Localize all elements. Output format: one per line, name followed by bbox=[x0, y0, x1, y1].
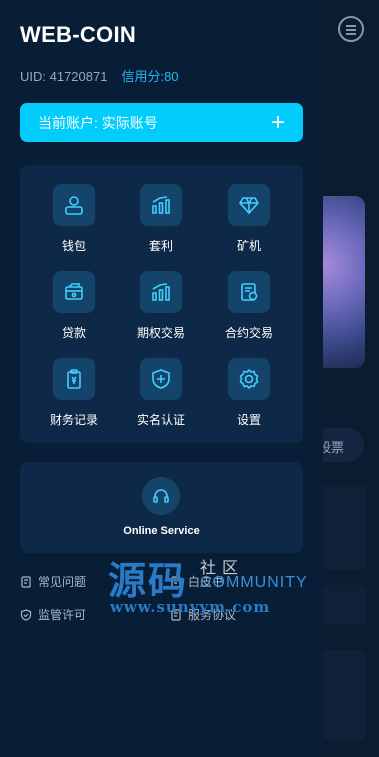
grid-label: 钱包 bbox=[61, 239, 86, 253]
menu-icon[interactable] bbox=[338, 16, 364, 42]
credit-score: 信用分:80 bbox=[121, 69, 179, 84]
app-title: WEB-COIN bbox=[20, 22, 137, 47]
footer-link-white-paper[interactable]: 白皮书 bbox=[170, 573, 224, 590]
settings-gear-icon bbox=[228, 358, 270, 400]
side-drawer: WEB-COIN UID: 41720871 信用分:80 当前账户: 实际账号 … bbox=[0, 0, 323, 757]
background-card bbox=[322, 585, 366, 625]
grid-label: 贷款 bbox=[61, 326, 86, 340]
uid-text: UID: 41720871 bbox=[20, 69, 108, 84]
grid-label: 实名认证 bbox=[136, 413, 185, 427]
grid-item-wallet[interactable]: 钱包 bbox=[29, 184, 119, 254]
footer-label: 常见问题 bbox=[38, 575, 87, 589]
shield-icon bbox=[20, 608, 32, 621]
online-service-button[interactable]: Online Service bbox=[20, 462, 303, 553]
document-icon bbox=[171, 608, 181, 621]
grid-label: 合约交易 bbox=[224, 326, 273, 340]
grid-label: 矿机 bbox=[236, 239, 261, 253]
grid-item-contract[interactable]: 合约交易 bbox=[204, 271, 294, 341]
grid-item-settings[interactable]: 设置 bbox=[204, 358, 294, 428]
loan-card-icon bbox=[53, 271, 95, 313]
user-info: UID: 41720871 信用分:80 bbox=[20, 66, 179, 85]
feature-grid: 钱包 套利 矿机 贷款 期权交易 合约交易 财务记录 实名认证 设置 bbox=[20, 165, 303, 443]
online-service-label: Online Service bbox=[123, 525, 200, 537]
account-switch-button[interactable]: 当前账户: 实际账号 + bbox=[20, 103, 303, 142]
footer-link-agreement[interactable]: 服务协议 bbox=[170, 606, 236, 623]
wallet-user-icon bbox=[53, 184, 95, 226]
background-card bbox=[322, 650, 366, 740]
account-label: 当前账户: 实际账号 bbox=[38, 114, 158, 131]
finance-record-icon bbox=[53, 358, 95, 400]
grid-item-options[interactable]: 期权交易 bbox=[116, 271, 206, 341]
document-icon bbox=[171, 575, 181, 588]
headset-icon bbox=[142, 477, 180, 515]
footer-link-license[interactable]: 监管许可 bbox=[20, 606, 86, 623]
footer-label: 服务协议 bbox=[188, 608, 237, 622]
background-card bbox=[322, 485, 366, 570]
footer-label: 白皮书 bbox=[188, 575, 225, 589]
grid-label: 设置 bbox=[236, 413, 261, 427]
shield-plus-icon bbox=[140, 358, 182, 400]
grid-item-loan[interactable]: 贷款 bbox=[29, 271, 119, 341]
plus-icon: + bbox=[270, 108, 285, 136]
grid-label: 财务记录 bbox=[49, 413, 98, 427]
grid-item-mining[interactable]: 矿机 bbox=[204, 184, 294, 254]
bar-chart-icon bbox=[140, 184, 182, 226]
footer-label: 监管许可 bbox=[38, 608, 87, 622]
grid-label: 期权交易 bbox=[136, 326, 185, 340]
footer-link-faq[interactable]: 常见问题 bbox=[20, 573, 86, 590]
grid-item-verification[interactable]: 实名认证 bbox=[116, 358, 206, 428]
options-chart-icon bbox=[140, 271, 182, 313]
grid-label: 套利 bbox=[148, 239, 173, 253]
grid-item-arbitrage[interactable]: 套利 bbox=[116, 184, 206, 254]
grid-item-finance-records[interactable]: 财务记录 bbox=[29, 358, 119, 428]
contract-document-icon bbox=[228, 271, 270, 313]
diamond-icon bbox=[228, 184, 270, 226]
document-icon bbox=[21, 575, 31, 588]
